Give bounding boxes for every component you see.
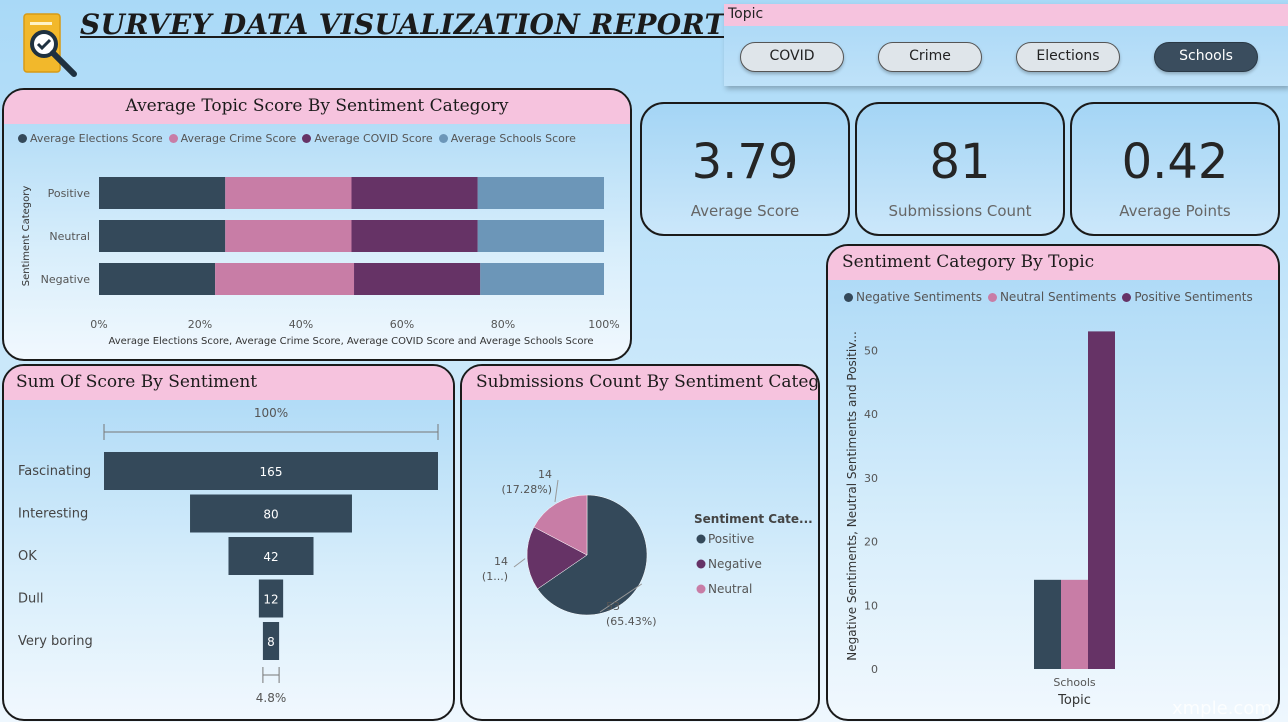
- funnel-stage-label: Fascinating: [18, 464, 91, 479]
- kpi-value: 0.42: [1121, 134, 1229, 190]
- topic-slicer: Topic COVID Crime Elections Schools: [724, 4, 1288, 86]
- funnel-value-label: 80: [263, 508, 278, 522]
- funnel-value-label: 8: [267, 635, 275, 649]
- pie-chart: 53 (65.43%) 14 (1...) 14 (17.28%) Sentiment Ca…: [482, 468, 813, 628]
- kpi-label: Average Points: [1119, 202, 1231, 220]
- slicer-option-crime[interactable]: Crime: [878, 42, 982, 72]
- sum-score-card: Sum Of Score By Sentiment 100% Fascinatin…: [2, 364, 455, 721]
- bar-segment: [477, 220, 604, 252]
- x-axis-title: Average Elections Score, Average Crime S…: [108, 336, 593, 347]
- pie-value-label: 14: [538, 468, 552, 481]
- kpi-value: 81: [929, 134, 991, 190]
- x-tick-label: 60%: [390, 318, 414, 331]
- stacked-bar-chart: Positive Neutral Negative 0% 20% 40% 60% 80% 100…: [21, 177, 620, 347]
- legend-dot: [696, 559, 706, 569]
- y-tick-label: 40: [864, 408, 878, 421]
- pie-percent-label: (17.28%): [501, 483, 552, 496]
- bar-segment: [480, 263, 604, 295]
- y-tick-label: 50: [864, 345, 878, 358]
- kpi-submissions-count: 81 Submissions Count: [855, 102, 1065, 236]
- x-tick-label: 40%: [289, 318, 313, 331]
- y-tick-label: 30: [864, 472, 878, 485]
- kpi-average-score: 3.79 Average Score: [640, 102, 850, 236]
- bar-segment: [99, 220, 226, 252]
- bar-segment: [351, 177, 478, 209]
- slicer-option-schools[interactable]: Schools: [1154, 42, 1258, 72]
- column-bar: [1088, 331, 1115, 669]
- bar-segment: [351, 220, 478, 252]
- pie-percent-label: (1...): [482, 570, 508, 583]
- bar-segment: [354, 263, 481, 295]
- column-bar: [1061, 579, 1088, 669]
- kpi-label: Average Score: [690, 202, 800, 220]
- funnel-bottom-percent: 4.8%: [256, 691, 287, 705]
- slicer-option-covid[interactable]: COVID: [740, 42, 844, 72]
- column-bar: [1034, 579, 1061, 669]
- pie-value-label: 53: [606, 600, 620, 613]
- bar-segment: [225, 220, 352, 252]
- legend-title: Sentiment Cate...: [694, 512, 813, 526]
- funnel-chart: 100% Fascinating 165 Interesting 80 OK 42 Dull 1…: [18, 406, 439, 705]
- pie-value-label: 14: [494, 555, 508, 568]
- x-tick-label: Schools: [1053, 676, 1096, 689]
- funnel-value-label: 12: [263, 593, 278, 607]
- bar-segment: [99, 263, 216, 295]
- bar-segment: [99, 177, 226, 209]
- x-tick-label: 80%: [491, 318, 515, 331]
- legend-label: Positive: [708, 532, 754, 546]
- slicer-option-elections[interactable]: Elections: [1016, 42, 1120, 72]
- y-tick-label: 10: [864, 599, 878, 612]
- y-axis-title: Sentiment Category: [21, 186, 32, 287]
- bar-segment: [215, 263, 355, 295]
- x-tick-label: 0%: [90, 318, 107, 331]
- x-tick-label: 100%: [588, 318, 619, 331]
- kpi-average-points: 0.42 Average Points: [1070, 102, 1280, 236]
- funnel-stage-label: OK: [18, 549, 37, 564]
- watermark: xmple.com: [1172, 698, 1272, 719]
- page-title: SURVEY DATA VISUALIZATION REPORT: [80, 8, 726, 41]
- bar-segment: [477, 177, 604, 209]
- sentiment-by-topic-card: Sentiment Category By Topic Negative Sen…: [826, 244, 1280, 721]
- legend-label: Neutral: [708, 582, 752, 596]
- funnel-stage-label: Very boring: [18, 634, 93, 649]
- funnel-top-percent: 100%: [254, 406, 288, 420]
- y-axis-title: Negative Sentiments, Neutral Sentiments …: [845, 331, 859, 661]
- legend-label: Negative: [708, 557, 762, 571]
- submissions-pie-card: Submissions Count By Sentiment Category …: [460, 364, 820, 721]
- kpi-value: 3.79: [691, 134, 799, 190]
- y-tick-label: 0: [871, 663, 878, 676]
- category-label: Neutral: [49, 230, 90, 243]
- report-logo: [22, 12, 80, 78]
- pie-leader-line: [513, 558, 526, 568]
- avg-topic-score-card: Average Topic Score By Sentiment Categor…: [2, 88, 632, 361]
- funnel-value-label: 165: [260, 465, 283, 479]
- pie-leader-line: [554, 479, 559, 502]
- kpi-label: Submissions Count: [888, 202, 1032, 220]
- x-tick-label: 20%: [188, 318, 212, 331]
- funnel-stage-label: Dull: [18, 592, 43, 607]
- x-axis-title: Topic: [1057, 693, 1091, 708]
- pie-percent-label: (65.43%): [606, 615, 657, 628]
- funnel-stage-label: Interesting: [18, 507, 88, 522]
- funnel-value-label: 42: [263, 550, 278, 564]
- y-tick-label: 20: [864, 536, 878, 549]
- legend-dot: [696, 534, 706, 544]
- legend-dot: [696, 584, 706, 594]
- clustered-bar-chart: 0 10 20 30 40 50 Schools Topic Negative Sentimen…: [845, 331, 1115, 708]
- bar-segment: [225, 177, 352, 209]
- slicer-label: Topic: [728, 6, 764, 22]
- category-label: Negative: [41, 273, 91, 286]
- category-label: Positive: [48, 187, 91, 200]
- slicer-header: Topic: [724, 4, 1288, 26]
